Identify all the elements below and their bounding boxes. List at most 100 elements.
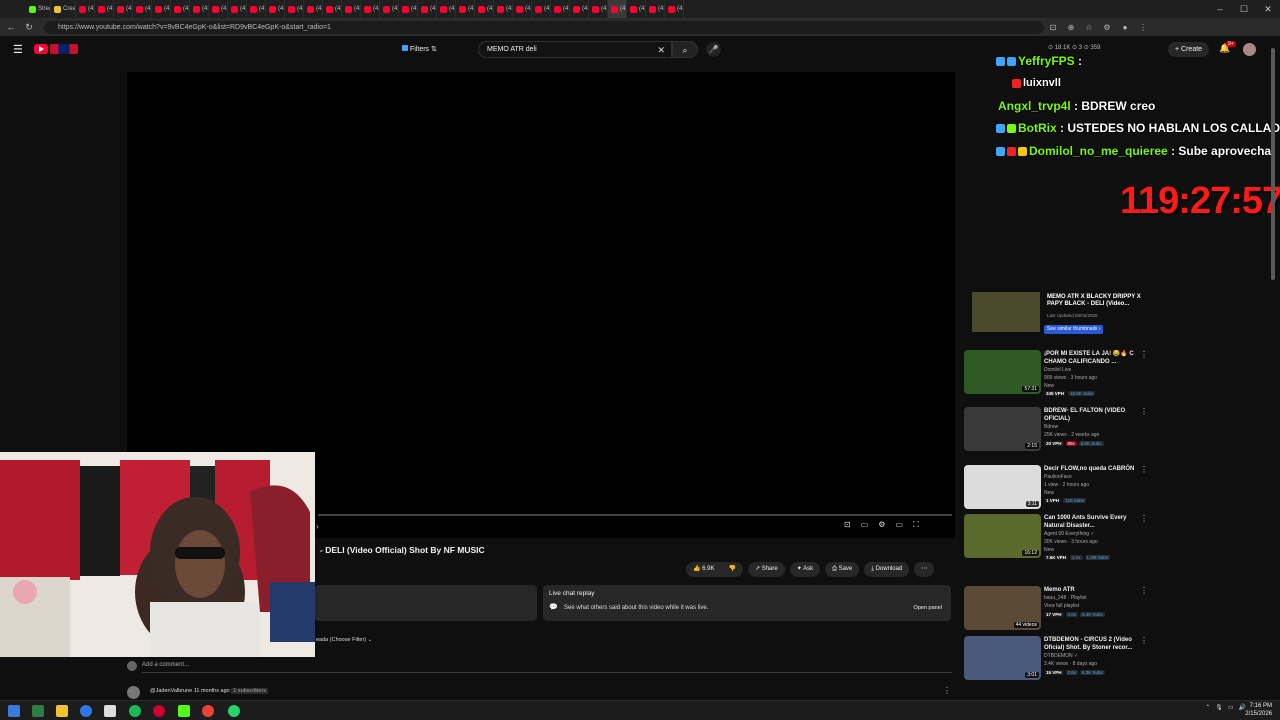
browser-tab[interactable]: (43) C bbox=[399, 0, 418, 18]
browser-tab[interactable]: (43) V bbox=[627, 0, 646, 18]
browser-tab[interactable]: (43) D bbox=[323, 0, 342, 18]
display-icon[interactable]: ▭ bbox=[1228, 704, 1234, 711]
browser-tab[interactable]: (43) L bbox=[133, 0, 152, 18]
browser-tab[interactable]: (43) G bbox=[342, 0, 361, 18]
clear-search-icon[interactable]: ✕ bbox=[657, 42, 665, 58]
video-progress-bar[interactable] bbox=[318, 514, 952, 516]
extensions-icon[interactable]: ⚙ bbox=[1098, 23, 1116, 32]
search-button[interactable]: ⌕ bbox=[672, 41, 698, 58]
whatsapp-icon[interactable] bbox=[228, 705, 240, 717]
browser-tab[interactable]: (43) S bbox=[532, 0, 551, 18]
url-field[interactable]: https://www.youtube.com/watch?v=9vBC4eGp… bbox=[44, 20, 1044, 34]
recommendation-title[interactable]: Memo ATR bbox=[1044, 586, 1140, 594]
more-actions-button[interactable]: ⋯ bbox=[914, 562, 935, 577]
browser-tab[interactable]: (43) E bbox=[171, 0, 190, 18]
recommendation-channel[interactable]: Bdrew bbox=[1044, 424, 1058, 430]
recommendation-thumbnail[interactable]: 44 videos bbox=[964, 586, 1041, 630]
browser-tab[interactable]: (43) V bbox=[608, 0, 627, 18]
recommendation-thumbnail[interactable]: 16:12 bbox=[964, 514, 1041, 558]
more-vertical-icon[interactable]: ⋮ bbox=[1140, 350, 1148, 359]
tab-24-hours[interactable]: 24 hours bbox=[982, 175, 1001, 181]
tab-7-days[interactable]: 1st 7 days bbox=[1027, 175, 1050, 181]
recommendation-title[interactable]: ¡POR MI EXISTE LA JA! 😂🔥 C CHAMO CALIFIC… bbox=[1044, 350, 1140, 366]
save-button[interactable]: ⎙ Save bbox=[825, 562, 860, 577]
tray-chevron-icon[interactable]: ⌃ bbox=[1205, 704, 1210, 711]
recommendation-thumbnail[interactable]: 3:11 bbox=[964, 465, 1041, 509]
recommendation-channel[interactable]: DTBDEMON ✓ bbox=[1044, 653, 1078, 659]
recommendation-channel[interactable]: Agent 00 Everything ✓ bbox=[1044, 531, 1095, 537]
recommendation-item[interactable]: 57:31 ¡POR MI EXISTE LA JA! 😂🔥 C CHAMO CA… bbox=[964, 350, 1149, 398]
filters-button[interactable]: Filters ⇅ bbox=[398, 43, 441, 57]
close-window-icon[interactable]: ✕ bbox=[1256, 0, 1280, 18]
notepad-icon[interactable] bbox=[104, 705, 116, 717]
fullscreen-icon[interactable]: ⛶ bbox=[913, 520, 919, 530]
browser-tab[interactable]: (43) L bbox=[570, 0, 589, 18]
browser-tab[interactable]: (43) T bbox=[266, 0, 285, 18]
featured-title[interactable]: MEMO ATR X BLACKY DRIPPY X PAPY BLACK - … bbox=[1047, 294, 1142, 308]
reload-icon[interactable]: ↻ bbox=[22, 22, 36, 33]
recommendation-thumbnail[interactable]: 2:15 bbox=[964, 407, 1041, 451]
browser-tab[interactable]: (43) E bbox=[646, 0, 665, 18]
recommendation-channel[interactable]: Domilol Live bbox=[1044, 367, 1071, 373]
browser-tab[interactable]: (43) Z bbox=[475, 0, 494, 18]
browser-tab[interactable]: (43) H bbox=[551, 0, 570, 18]
zoom-icon[interactable]: ⊕ bbox=[1062, 23, 1080, 32]
browser-tab[interactable]: (43) J bbox=[209, 0, 228, 18]
theater-mode-icon[interactable]: ▭ bbox=[895, 520, 903, 530]
comment-author[interactable]: @JadenValbrune bbox=[150, 688, 192, 694]
browser-tab[interactable]: Strea bbox=[26, 0, 51, 18]
browser-tab[interactable]: (43) H bbox=[361, 0, 380, 18]
like-button[interactable]: 👍 6.9K bbox=[686, 562, 722, 577]
settings-gear-icon[interactable]: ⚙ bbox=[878, 520, 885, 530]
back-icon[interactable]: ← bbox=[4, 22, 18, 32]
recommendation-item[interactable]: 3:01 DTBDEMON - CIRCUS 2 (Video Oficial) … bbox=[964, 636, 1149, 684]
browser-tab[interactable]: (43) E bbox=[494, 0, 513, 18]
kick-icon[interactable] bbox=[178, 705, 190, 717]
recommendation-thumbnail[interactable]: 3:01 bbox=[964, 636, 1041, 680]
minimize-icon[interactable]: – bbox=[1208, 0, 1232, 18]
browser-tab[interactable]: (43) P bbox=[76, 0, 95, 18]
recommendation-item[interactable]: 3:11 Decir FLOW,no queda CABRÓN PaulionFac… bbox=[964, 465, 1149, 513]
subtitles-icon[interactable]: ⊡ bbox=[844, 520, 851, 530]
chevron-down-icon[interactable]: ⌄ bbox=[1129, 81, 1136, 90]
recommendation-channel[interactable]: PaulionFace bbox=[1044, 474, 1072, 480]
browser-tab[interactable]: (43) C bbox=[95, 0, 114, 18]
maximize-icon[interactable]: ☐ bbox=[1232, 0, 1256, 18]
browser-tab[interactable]: (43) L bbox=[304, 0, 323, 18]
browser-tab[interactable]: (43) C bbox=[589, 0, 608, 18]
download-button[interactable]: ⤓ Download bbox=[864, 562, 910, 577]
comment-more-icon[interactable]: ⋮ bbox=[943, 686, 951, 695]
browser-tab[interactable]: (43) M bbox=[228, 0, 247, 18]
tab-28-days[interactable]: 1st 28 days bbox=[1075, 175, 1101, 181]
recommendation-title[interactable]: DTBDEMON - CIRCUS 2 (Video Oficial) Shot… bbox=[1044, 636, 1140, 652]
recommendation-title[interactable]: Can 1000 Ants Survive Every Natural Disa… bbox=[1044, 514, 1140, 530]
commenter-avatar[interactable] bbox=[127, 686, 140, 699]
browser-tab[interactable]: (43) C bbox=[152, 0, 171, 18]
hamburger-menu-icon[interactable]: ☰ bbox=[13, 43, 23, 56]
profile-icon[interactable]: ● bbox=[1116, 23, 1134, 32]
recommendation-item[interactable]: 2:15 BDREW- EL FALTON (VIDEO OFICIAL) Bdre… bbox=[964, 407, 1149, 455]
more-vertical-icon[interactable]: ⋮ bbox=[1140, 636, 1148, 645]
bookmark-icon[interactable]: ☆ bbox=[1080, 23, 1098, 32]
spotify-icon[interactable] bbox=[129, 705, 141, 717]
terminal-icon[interactable] bbox=[32, 705, 44, 717]
page-scrollbar[interactable] bbox=[1271, 48, 1275, 280]
more-vertical-icon[interactable]: ⋮ bbox=[1140, 407, 1148, 416]
captions-icon[interactable]: ▭ bbox=[861, 520, 869, 530]
description-box[interactable] bbox=[315, 585, 537, 621]
recommendation-item[interactable]: 44 videos Memo ATR bauu_248 · Playlist View… bbox=[964, 586, 1149, 634]
browser-tab[interactable]: (43) L bbox=[418, 0, 437, 18]
youtube-logo-icon[interactable] bbox=[34, 44, 48, 54]
recommendation-title[interactable]: Decir FLOW,no queda CABRÓN bbox=[1044, 465, 1140, 473]
share-button[interactable]: ↗ Share bbox=[747, 562, 785, 577]
comment-filter-dropdown[interactable]: eada (Choose Filter) ⌄ bbox=[316, 637, 372, 643]
browser-tab[interactable]: (43) L bbox=[513, 0, 532, 18]
taskbar-clock[interactable]: 7:16 PM 2/15/2026 bbox=[1245, 702, 1272, 718]
create-button[interactable]: + Create bbox=[1168, 42, 1210, 57]
ask-button[interactable]: ✦ Ask bbox=[789, 562, 821, 577]
featured-thumbnail[interactable] bbox=[972, 292, 1040, 332]
mic-tray-icon[interactable]: 🎙 bbox=[1215, 704, 1223, 711]
browser-tab[interactable]: (43) H bbox=[247, 0, 266, 18]
browser-tab[interactable]: (43) Y bbox=[437, 0, 456, 18]
live-chat-replay-box[interactable]: Live chat replay 💬 See what others said … bbox=[543, 585, 951, 621]
